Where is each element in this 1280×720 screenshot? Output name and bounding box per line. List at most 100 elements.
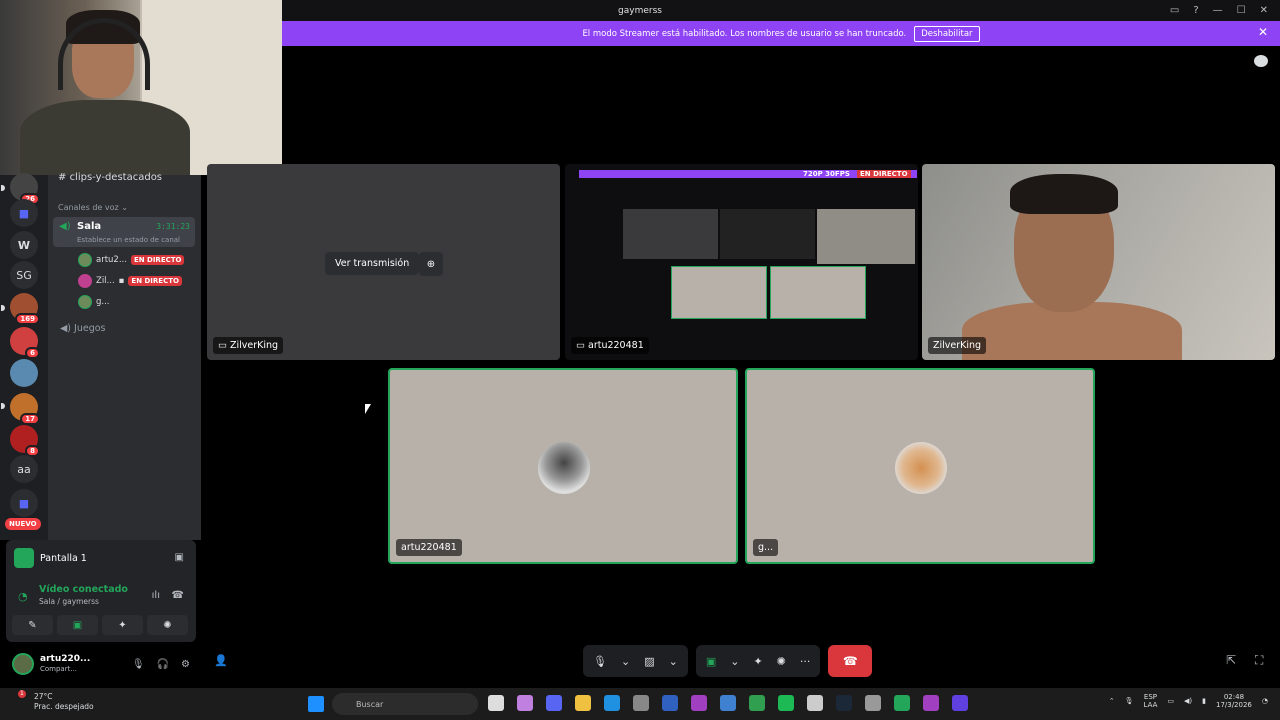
participant-tile[interactable]: artu220481: [388, 368, 738, 564]
chevron-down-icon[interactable]: ⌄: [669, 655, 678, 668]
chevron-down-icon[interactable]: ⌄: [621, 655, 630, 668]
steam-icon[interactable]: [836, 695, 852, 711]
stream-tile[interactable]: Ver transmisión ⊕ ▭ ZilverKing: [207, 164, 560, 360]
app-icon[interactable]: [691, 695, 707, 711]
server-icon[interactable]: 17: [10, 393, 40, 425]
server-icon[interactable]: 6: [10, 327, 40, 359]
taskbar-search[interactable]: Buscar: [332, 693, 478, 715]
user-name: artu220...: [40, 654, 91, 665]
discord-icon[interactable]: [546, 695, 562, 711]
avatar[interactable]: [12, 653, 34, 675]
obs-icon[interactable]: [952, 695, 968, 711]
battery-icon[interactable]: ▮: [1202, 697, 1206, 705]
participant-tile[interactable]: g...: [745, 368, 1095, 564]
microphone-icon[interactable]: 🎙: [593, 655, 607, 668]
channel-juegos[interactable]: ◀) Juegos: [60, 323, 106, 334]
voice-panel: Pantalla 1 ▣ ◔ Vídeo conectado Sala / ga…: [6, 540, 196, 642]
avatar: [538, 442, 590, 494]
stop-stream-icon[interactable]: ▣: [175, 552, 184, 563]
camera-off-icon[interactable]: ▨: [644, 655, 654, 668]
avatar: [78, 253, 92, 267]
stream-tile-live[interactable]: 720P 30FPS EN DIRECTO ▭ artu220481: [565, 164, 918, 360]
chat-icon[interactable]: [1254, 55, 1268, 67]
app-icon[interactable]: [720, 695, 736, 711]
chevron-down-icon[interactable]: ⌄: [730, 655, 739, 668]
task-view-icon[interactable]: [488, 695, 504, 711]
share-screen-icon[interactable]: ▣: [706, 655, 716, 668]
server-icon[interactable]: [10, 359, 38, 387]
server-icon[interactable]: 8: [10, 425, 40, 457]
room-status-prompt[interactable]: Establece un estado de canal: [77, 236, 180, 244]
tile-label: ▭ artu220481: [571, 337, 649, 354]
help-icon[interactable]: ?: [1193, 5, 1198, 16]
server-icon[interactable]: 26: [10, 173, 40, 205]
maximize-button[interactable]: ☐: [1237, 5, 1246, 16]
microphone-icon[interactable]: 🎙: [1125, 697, 1134, 705]
member-row[interactable]: g...: [78, 294, 110, 310]
member-row[interactable]: artu2... EN DIRECTO: [78, 252, 185, 268]
channel-clips[interactable]: # clips-y-destacados: [58, 172, 162, 183]
server-sg[interactable]: SG: [10, 261, 38, 289]
fullscreen-icon[interactable]: ⛶: [1255, 653, 1263, 668]
connection-status: Vídeo conectado: [39, 584, 128, 595]
hang-up-button[interactable]: ☎: [828, 645, 873, 677]
voice-room-sala[interactable]: ◀) Sala 3:31:23 Establece un estado de c…: [53, 217, 195, 247]
close-button[interactable]: ✕: [1260, 5, 1268, 16]
voice-category[interactable]: Canales de voz ⌄: [58, 203, 128, 212]
server-aa[interactable]: aa: [10, 455, 38, 483]
app-icon[interactable]: [807, 695, 823, 711]
notification-icon[interactable]: ◔: [1262, 697, 1268, 705]
file-explorer-icon[interactable]: [575, 695, 591, 711]
network-icon[interactable]: ▭: [1167, 697, 1174, 705]
activities-icon[interactable]: ✦: [753, 655, 762, 668]
signal-icon: ◔: [18, 590, 28, 603]
weather-widget[interactable]: 1 27°C Prac. despejado: [10, 690, 94, 712]
microphone-icon[interactable]: 🎙: [132, 659, 145, 670]
live-badge: EN DIRECTO: [857, 170, 911, 178]
server-icon[interactable]: 169: [10, 293, 40, 325]
headphones-icon[interactable]: 🎧: [157, 659, 169, 670]
more-icon[interactable]: ···: [800, 655, 811, 668]
app-icon[interactable]: [662, 695, 678, 711]
minimize-button[interactable]: —: [1213, 5, 1223, 16]
edge-icon[interactable]: [604, 695, 620, 711]
screen-icon: [14, 548, 34, 568]
server-rail: 26 ■ W SG 169 6 17 8 aa ■ NUEVO: [0, 173, 48, 540]
copilot-icon[interactable]: [517, 695, 533, 711]
spotify-icon[interactable]: [778, 695, 794, 711]
app-icon[interactable]: [923, 695, 939, 711]
chevron-up-icon[interactable]: ⌃: [1109, 697, 1115, 705]
camera-off-button[interactable]: ✎: [12, 615, 53, 635]
mouse-app-icon[interactable]: [865, 695, 881, 711]
soundboard-icon[interactable]: ✺: [777, 655, 786, 668]
windows-start-icon[interactable]: [308, 696, 324, 712]
disable-button[interactable]: Deshabilitar: [914, 25, 980, 42]
person-hair: [1010, 174, 1118, 214]
disconnect-icon[interactable]: ☎: [172, 590, 184, 601]
connection-location: Sala / gaymerss: [39, 597, 99, 606]
folder-icon[interactable]: ■: [10, 199, 38, 227]
server-icon[interactable]: W: [10, 231, 38, 259]
folder-icon[interactable]: ■: [10, 489, 38, 517]
member-row[interactable]: Zil... ▪ EN DIRECTO: [78, 273, 182, 289]
language-indicator[interactable]: ESP LAA: [1144, 693, 1158, 710]
noise-icon[interactable]: ılı: [152, 590, 160, 601]
soundboard-button[interactable]: ✺: [147, 615, 188, 635]
popout-icon[interactable]: ⇱: [1226, 653, 1236, 667]
add-member-icon[interactable]: 👤: [214, 654, 228, 667]
app-icon[interactable]: [749, 695, 765, 711]
gear-icon[interactable]: ⚙: [181, 659, 190, 670]
volume-icon[interactable]: ◀): [1184, 697, 1192, 705]
camera-tile[interactable]: ZilverKing: [922, 164, 1275, 360]
activities-button[interactable]: ✦: [102, 615, 143, 635]
app-icon[interactable]: [633, 695, 649, 711]
clock[interactable]: 02:48 17/3/2026: [1216, 693, 1252, 710]
room-name: Sala: [77, 221, 102, 232]
popout-icon[interactable]: ⊕: [419, 252, 443, 276]
share-screen-button[interactable]: ▣: [57, 615, 98, 635]
speaker-icon: ◀): [59, 221, 71, 232]
app-icon[interactable]: [894, 695, 910, 711]
close-icon[interactable]: ✕: [1258, 25, 1268, 39]
inbox-icon[interactable]: ▭: [1170, 5, 1179, 16]
watch-stream-button[interactable]: Ver transmisión: [325, 252, 420, 275]
